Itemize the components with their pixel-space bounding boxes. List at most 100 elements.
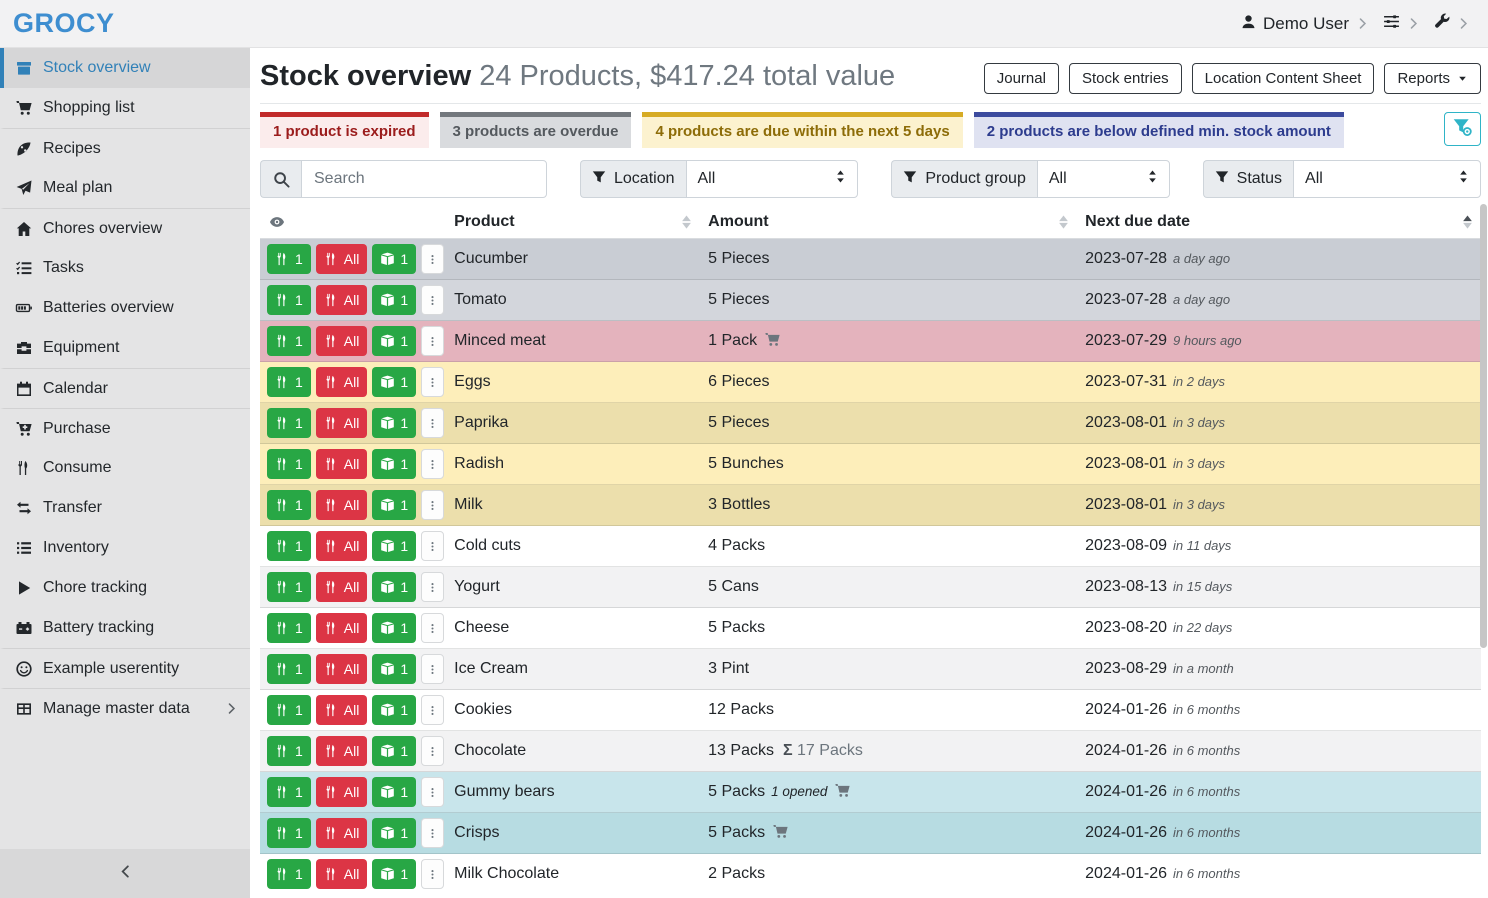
consume-all-button[interactable]: All [316, 490, 368, 520]
sidebar-collapse-button[interactable] [0, 849, 250, 898]
consume-all-button[interactable]: All [316, 449, 368, 479]
user-menu[interactable]: Demo User [1241, 14, 1369, 34]
consume-one-button[interactable]: 1 [267, 818, 311, 848]
sidebar-item-recipes[interactable]: Recipes [0, 128, 250, 168]
open-one-button[interactable]: 1 [372, 695, 416, 725]
row-menu-button[interactable] [421, 859, 444, 889]
consume-one-button[interactable]: 1 [267, 777, 311, 807]
open-one-button[interactable]: 1 [372, 736, 416, 766]
consume-one-button[interactable]: 1 [267, 367, 311, 397]
row-menu-button[interactable] [421, 449, 444, 479]
open-one-button[interactable]: 1 [372, 777, 416, 807]
row-menu-button[interactable] [421, 654, 444, 684]
due-date-column-header[interactable]: Next due date [1077, 206, 1481, 239]
row-menu-button[interactable] [421, 367, 444, 397]
consume-one-button[interactable]: 1 [267, 285, 311, 315]
consume-all-button[interactable]: All [316, 367, 368, 397]
sidebar-item-meal-plan[interactable]: Meal plan [0, 168, 250, 208]
sidebar-item-battery-tracking[interactable]: Battery tracking [0, 608, 250, 648]
consume-one-button[interactable]: 1 [267, 654, 311, 684]
row-menu-button[interactable] [421, 490, 444, 520]
open-one-button[interactable]: 1 [372, 490, 416, 520]
open-one-button[interactable]: 1 [372, 818, 416, 848]
stock-entries-button[interactable]: Stock entries [1069, 63, 1182, 94]
consume-one-button[interactable]: 1 [267, 326, 311, 356]
amount-column-header[interactable]: Amount [700, 206, 1077, 239]
open-one-button[interactable]: 1 [372, 613, 416, 643]
consume-all-button[interactable]: All [316, 285, 368, 315]
sidebar-item-chore-tracking[interactable]: Chore tracking [0, 568, 250, 608]
row-menu-button[interactable] [421, 531, 444, 561]
sidebar-item-shopping-list[interactable]: Shopping list [0, 88, 250, 128]
admin-menu[interactable] [1434, 13, 1470, 34]
product-column-header[interactable]: Product [446, 206, 700, 239]
row-menu-button[interactable] [421, 777, 444, 807]
consume-one-button[interactable]: 1 [267, 695, 311, 725]
consume-one-button[interactable]: 1 [267, 572, 311, 602]
consume-one-button[interactable]: 1 [267, 408, 311, 438]
open-one-button[interactable]: 1 [372, 572, 416, 602]
consume-one-button[interactable]: 1 [267, 736, 311, 766]
sidebar-item-inventory[interactable]: Inventory [0, 528, 250, 568]
grocy-logo[interactable]: GROCY [0, 8, 115, 39]
location-content-sheet-button[interactable]: Location Content Sheet [1192, 63, 1375, 94]
consume-one-button[interactable]: 1 [267, 449, 311, 479]
sidebar-item-calendar[interactable]: Calendar [0, 368, 250, 408]
open-one-button[interactable]: 1 [372, 654, 416, 684]
row-menu-button[interactable] [421, 736, 444, 766]
sidebar-item-chores-overview[interactable]: Chores overview [0, 208, 250, 248]
consume-all-button[interactable]: All [316, 736, 368, 766]
reports-button[interactable]: Reports [1384, 63, 1481, 94]
sidebar-item-batteries-overview[interactable]: Batteries overview [0, 288, 250, 328]
sidebar-item-tasks[interactable]: Tasks [0, 248, 250, 288]
journal-button[interactable]: Journal [984, 63, 1059, 94]
open-one-button[interactable]: 1 [372, 449, 416, 479]
row-menu-button[interactable] [421, 408, 444, 438]
open-one-button[interactable]: 1 [372, 367, 416, 397]
consume-all-button[interactable]: All [316, 613, 368, 643]
consume-all-button[interactable]: All [316, 531, 368, 561]
row-menu-button[interactable] [421, 613, 444, 643]
consume-all-button[interactable]: All [316, 244, 368, 274]
row-menu-button[interactable] [421, 285, 444, 315]
row-menu-button[interactable] [421, 695, 444, 725]
open-one-button[interactable]: 1 [372, 285, 416, 315]
consume-all-button[interactable]: All [316, 408, 368, 438]
open-one-button[interactable]: 1 [372, 326, 416, 356]
row-menu-button[interactable] [421, 326, 444, 356]
consume-one-button[interactable]: 1 [267, 531, 311, 561]
sidebar-item-consume[interactable]: Consume [0, 448, 250, 488]
open-one-button[interactable]: 1 [372, 859, 416, 889]
row-menu-button[interactable] [421, 572, 444, 602]
clear-filters-button[interactable] [1444, 112, 1481, 146]
open-one-button[interactable]: 1 [372, 531, 416, 561]
consume-all-button[interactable]: All [316, 572, 368, 602]
row-menu-button[interactable] [421, 818, 444, 848]
sidebar-item-transfer[interactable]: Transfer [0, 488, 250, 528]
consume-all-button[interactable]: All [316, 654, 368, 684]
filter-select[interactable]: All [1037, 160, 1170, 198]
consume-all-button[interactable]: All [316, 859, 368, 889]
sidebar-item-example-userentity[interactable]: Example userentity [0, 648, 250, 688]
banner-overdue[interactable]: 3 products are overdue [440, 112, 632, 148]
open-one-button[interactable]: 1 [372, 244, 416, 274]
sidebar-item-equipment[interactable]: Equipment [0, 328, 250, 368]
consume-all-button[interactable]: All [316, 777, 368, 807]
consume-one-button[interactable]: 1 [267, 859, 311, 889]
open-one-button[interactable]: 1 [372, 408, 416, 438]
search-input[interactable] [301, 160, 547, 198]
consume-one-button[interactable]: 1 [267, 613, 311, 643]
banner-below-min[interactable]: 2 products are below defined min. stock … [974, 112, 1344, 148]
settings-menu[interactable] [1383, 13, 1420, 35]
sidebar-item-stock-overview[interactable]: Stock overview [0, 48, 250, 88]
filter-select[interactable]: All [1293, 160, 1481, 198]
row-menu-button[interactable] [421, 244, 444, 274]
banner-due[interactable]: 4 products are due within the next 5 day… [642, 112, 962, 148]
filter-select[interactable]: All [686, 160, 859, 198]
consume-all-button[interactable]: All [316, 695, 368, 725]
consume-all-button[interactable]: All [316, 326, 368, 356]
visibility-column-header[interactable] [260, 206, 446, 239]
banner-expired[interactable]: 1 product is expired [260, 112, 429, 148]
consume-all-button[interactable]: All [316, 818, 368, 848]
consume-one-button[interactable]: 1 [267, 244, 311, 274]
